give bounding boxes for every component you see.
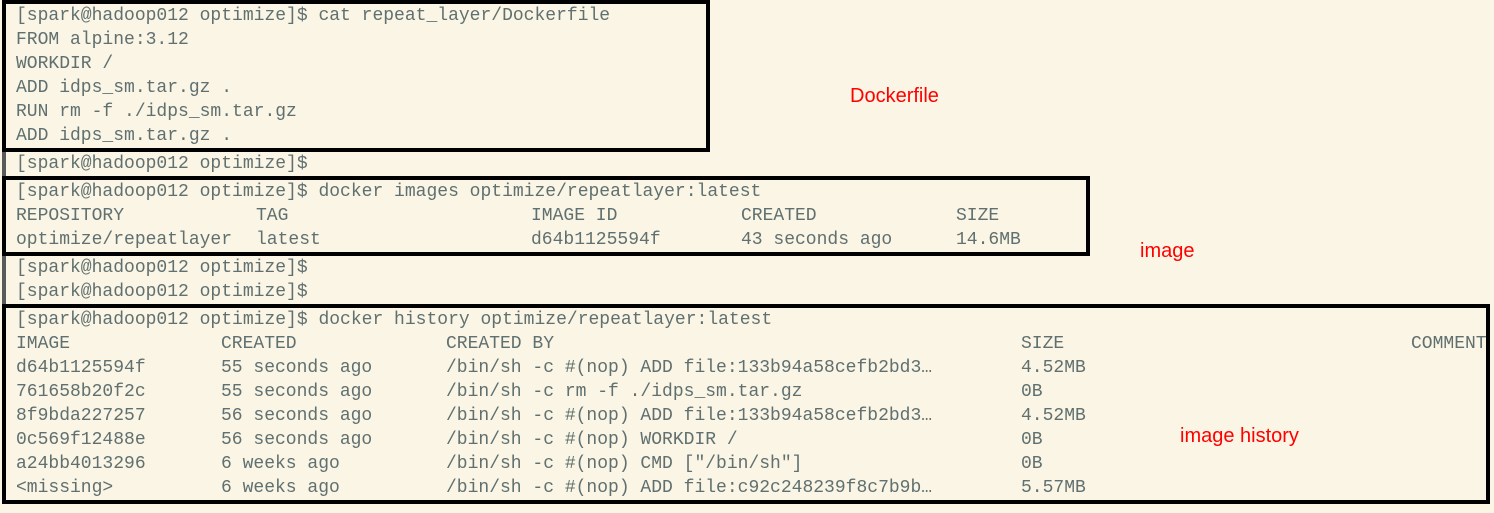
r3-by: /bin/sh -c #(nop) ADD file:133b94a58cefb…: [446, 404, 1021, 428]
row-created: 43 seconds ago: [741, 228, 956, 252]
image-box: [spark@hadoop012 optimize]$ docker image…: [2, 176, 1090, 256]
r1-image: d64b1125594f: [16, 356, 221, 380]
r4-created: 56 seconds ago: [221, 428, 446, 452]
hdr-id: IMAGE ID: [531, 204, 741, 228]
dockerfile-line: RUN rm -f ./idps_sm.tar.gz: [6, 100, 706, 124]
dockerfile-line: WORKDIR /: [6, 52, 706, 76]
r2-image: 761658b20f2c: [16, 380, 221, 404]
r5-created: 6 weeks ago: [221, 452, 446, 476]
h-comment: COMMENT: [1411, 334, 1487, 354]
r1-by: /bin/sh -c #(nop) ADD file:133b94a58cefb…: [446, 356, 1021, 380]
r6-size: 5.57MB: [1021, 478, 1086, 498]
r1-size: 4.52MB: [1021, 358, 1086, 378]
dockerfile-box: [spark@hadoop012 optimize]$ cat repeat_l…: [2, 0, 710, 152]
hdr-repo: REPOSITORY: [16, 204, 256, 228]
history-row: <missing>6 weeks ago/bin/sh -c #(nop) AD…: [6, 476, 1486, 500]
row-repo: optimize/repeatlayer: [16, 228, 256, 252]
h-created: CREATED: [221, 332, 446, 356]
row-size: 14.6MB: [956, 230, 1021, 250]
history-header: IMAGECREATEDCREATED BYSIZECOMMENT: [6, 332, 1486, 356]
history-row: d64b1125594f55 seconds ago/bin/sh -c #(n…: [6, 356, 1486, 380]
image-row: optimize/repeatlayerlatestd64b1125594f43…: [6, 228, 1086, 252]
image-header: REPOSITORYTAGIMAGE IDCREATEDSIZE: [6, 204, 1086, 228]
r6-by: /bin/sh -c #(nop) ADD file:c92c248239f8c…: [446, 476, 1021, 500]
history-box: [spark@hadoop012 optimize]$ docker histo…: [2, 304, 1490, 504]
r5-by: /bin/sh -c #(nop) CMD ["/bin/sh"]: [446, 452, 1021, 476]
docker-images-cmd: [spark@hadoop012 optimize]$ docker image…: [6, 180, 1086, 204]
r3-created: 56 seconds ago: [221, 404, 446, 428]
label-dockerfile: Dockerfile: [850, 85, 939, 108]
r3-size: 4.52MB: [1021, 406, 1086, 426]
r4-size: 0B: [1021, 430, 1043, 450]
h-image: IMAGE: [16, 332, 221, 356]
label-history: image history: [1180, 425, 1299, 448]
r3-image: 8f9bda227257: [16, 404, 221, 428]
history-row: 761658b20f2c55 seconds ago/bin/sh -c rm …: [6, 380, 1486, 404]
r6-created: 6 weeks ago: [221, 476, 446, 500]
row-id: d64b1125594f: [531, 228, 741, 252]
dockerfile-line: FROM alpine:3.12: [6, 28, 706, 52]
dockerfile-line: ADD idps_sm.tar.gz .: [6, 76, 706, 100]
r4-by: /bin/sh -c #(nop) WORKDIR /: [446, 428, 1021, 452]
r2-created: 55 seconds ago: [221, 380, 446, 404]
prompt-line: [spark@hadoop012 optimize]$: [6, 152, 1494, 176]
r2-by: /bin/sh -c rm -f ./idps_sm.tar.gz: [446, 380, 1021, 404]
label-image: image: [1140, 240, 1194, 263]
prompt-line: [spark@hadoop012 optimize]$: [6, 256, 1494, 280]
row-tag: latest: [256, 228, 531, 252]
dockerfile-line: ADD idps_sm.tar.gz .: [6, 124, 706, 148]
h-createdby: CREATED BY: [446, 332, 1021, 356]
r6-image: <missing>: [16, 476, 221, 500]
r1-created: 55 seconds ago: [221, 356, 446, 380]
hdr-tag: TAG: [256, 204, 531, 228]
hdr-created: CREATED: [741, 204, 956, 228]
r5-image: a24bb4013296: [16, 452, 221, 476]
hdr-size: SIZE: [956, 206, 999, 226]
prompt-line: [spark@hadoop012 optimize]$: [6, 280, 1494, 304]
h-size: SIZE: [1021, 332, 1411, 356]
prompt-line: [spark@hadoop012 optimize]$ cat repeat_l…: [6, 4, 706, 28]
r2-size: 0B: [1021, 382, 1043, 402]
r5-size: 0B: [1021, 454, 1043, 474]
r4-image: 0c569f12488e: [16, 428, 221, 452]
docker-history-cmd: [spark@hadoop012 optimize]$ docker histo…: [6, 308, 1486, 332]
history-row: a24bb40132966 weeks ago/bin/sh -c #(nop)…: [6, 452, 1486, 476]
